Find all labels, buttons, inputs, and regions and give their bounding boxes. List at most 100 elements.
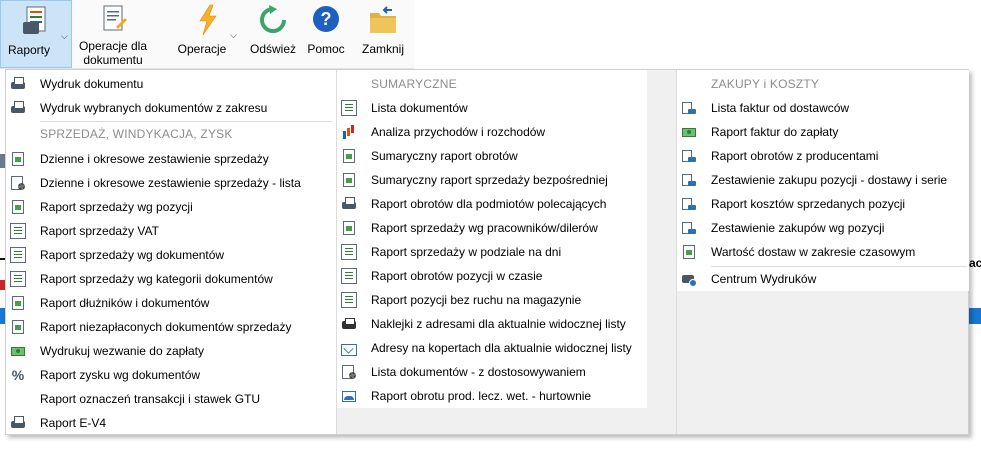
menu-column-1: Wydruk dokumentu Wydruk wybranych dokume…	[6, 70, 336, 434]
folder-exit-icon	[370, 6, 396, 33]
svg-text:?: ?	[321, 9, 332, 29]
document-icon	[10, 295, 26, 311]
document-icon	[10, 271, 26, 287]
operacje-dla-dokumentu-button[interactable]: Operacje dla dokumentu	[76, 0, 150, 68]
report-icon	[23, 6, 46, 34]
menu-header-sumaryczne: SUMARYCZNE	[371, 77, 457, 91]
menu-item[interactable]: Raport obrotów dla podmiotów polecającyc…	[337, 192, 676, 216]
truck-document-icon	[681, 148, 697, 164]
truck-document-icon	[681, 100, 697, 116]
document-icon	[10, 223, 26, 239]
document-icon	[10, 319, 26, 335]
menu-item[interactable]: Raport sprzedaży w podziale na dni	[337, 240, 676, 264]
menu-item[interactable]: Raport sprzedaży VAT	[6, 219, 336, 243]
money-document-icon	[341, 148, 357, 164]
pomoc-label: Pomoc	[307, 42, 345, 56]
zamknij-label: Zamknij	[361, 42, 404, 56]
menu-header-sprzedaz: SPRZEDAŻ, WINDYKACJA, ZYSK	[40, 127, 233, 141]
print-icon	[10, 415, 26, 431]
money-document-icon	[681, 244, 697, 260]
menu-item[interactable]: Dzienne i okresowe zestawienie sprzedaży…	[6, 171, 336, 195]
menu-item[interactable]: Raport obrotów z producentami	[677, 144, 968, 168]
background-right-edge: ac	[969, 68, 981, 448]
menu-item[interactable]: Adresy na kopertach dla aktualnie widocz…	[337, 336, 676, 360]
menu-item[interactable]: Raport niezapłaconych dokumentów sprzeda…	[6, 315, 336, 339]
document-icon	[341, 244, 357, 260]
menu-item[interactable]: Raport obrotów pozycji w czasie	[337, 264, 676, 288]
menu-item[interactable]: Sumaryczny raport sprzedaży bezpośrednie…	[337, 168, 676, 192]
menu-item[interactable]: Raport faktur do zapłaty	[677, 120, 968, 144]
menu-item[interactable]: Wydrukuj wezwanie do zapłaty	[6, 339, 336, 363]
percent-icon: %	[11, 367, 25, 383]
menu-item[interactable]: Raport pozycji bez ruchu na magazynie	[337, 288, 676, 312]
menu-item[interactable]: Analiza przychodów i rozchodów	[337, 120, 676, 144]
menu-item[interactable]: Raport oznaczeń transakcji i stawek GTU	[6, 387, 336, 411]
menu-item-wydruk-dokumentu[interactable]: Wydruk dokumentu	[6, 72, 336, 96]
odswiez-button[interactable]: Odśwież	[248, 0, 298, 68]
document-icon	[341, 268, 357, 284]
menu-item[interactable]: Lista faktur od dostawców	[677, 96, 968, 120]
operacje-button[interactable]: Operacje ⌵	[170, 0, 246, 68]
zamknij-button[interactable]: Zamknij	[355, 0, 411, 68]
menu-column-3: ZAKUPY i KOSZTY Lista faktur od dostawcó…	[676, 70, 969, 434]
menu-item[interactable]: Zestawienie zakupu pozycji - dostawy i s…	[677, 168, 968, 192]
ribbon-toolbar: Raporty ⌵ Operacje dla dokumentu Operacj…	[0, 0, 414, 69]
chevron-down-icon[interactable]: ⌵	[61, 31, 68, 42]
document-icon	[10, 151, 26, 167]
document-gear-icon	[341, 364, 357, 380]
pomoc-button[interactable]: ? Pomoc	[303, 0, 349, 68]
menu-item[interactable]: Raport sprzedaży wg pozycji	[6, 195, 336, 219]
document-icon	[10, 247, 26, 263]
operacje-label: Operacje	[177, 42, 227, 56]
menu-item[interactable]: Raport E-V4	[6, 411, 336, 435]
menu-item[interactable]: Raport sprzedaży wg kategorii dokumentów	[6, 267, 336, 291]
menu-item[interactable]: Naklejki z adresami dla aktualnie widocz…	[337, 312, 676, 336]
label-printer-icon	[341, 316, 357, 332]
print-globe-icon	[681, 271, 697, 287]
menu-item[interactable]: % Raport zysku wg dokumentów	[6, 363, 336, 387]
menu-item-wydruk-wybranych[interactable]: Wydruk wybranych dokumentów z zakresu	[6, 96, 336, 120]
truck-document-icon	[681, 172, 697, 188]
operacje-dla-label-1: Operacje dla	[78, 39, 148, 53]
document-icon	[10, 199, 26, 215]
menu-item[interactable]: Raport sprzedaży wg pracowników/dilerów	[337, 216, 676, 240]
print-icon	[10, 100, 26, 116]
odswiez-label: Odśwież	[249, 42, 296, 56]
menu-header-zakupy: ZAKUPY i KOSZTY	[711, 77, 820, 91]
document-list-icon	[341, 100, 357, 116]
chevron-down-icon[interactable]: ⌵	[230, 30, 237, 41]
chart-document-icon	[341, 388, 357, 404]
lightning-icon	[199, 4, 217, 36]
menu-item[interactable]: Lista dokumentów - z dostosowywaniem	[337, 360, 676, 384]
document-icon	[341, 292, 357, 308]
money-icon	[681, 124, 697, 140]
bar-chart-icon	[341, 124, 357, 140]
document-gear-icon	[10, 175, 26, 191]
menu-item[interactable]: Raport obrotu prod. lecz. wet. - hurtown…	[337, 384, 676, 408]
raporty-label: Raporty	[7, 43, 51, 57]
money-document-icon	[341, 172, 357, 188]
menu-item[interactable]: Wartość dostaw w zakresie czasowym	[677, 240, 968, 264]
money-document-icon	[341, 220, 357, 236]
print-icon	[341, 196, 357, 212]
truck-document-icon	[681, 220, 697, 236]
raporty-dropdown-menu: Wydruk dokumentu Wydruk wybranych dokume…	[5, 69, 969, 435]
menu-item[interactable]: Raport kosztów sprzedanych pozycji	[677, 192, 968, 216]
operacje-dla-label-2: dokumentu	[83, 53, 143, 67]
menu-item[interactable]: Lista dokumentów	[337, 96, 676, 120]
raporty-button[interactable]: Raporty ⌵	[0, 0, 72, 68]
menu-item[interactable]: Sumaryczny raport obrotów	[337, 144, 676, 168]
help-icon: ?	[313, 6, 339, 32]
blank-icon	[10, 391, 26, 407]
refresh-icon	[260, 5, 286, 33]
print-icon	[10, 76, 26, 92]
menu-item[interactable]: Dzienne i okresowe zestawienie sprzedaży	[6, 147, 336, 171]
menu-item[interactable]: Raport sprzedaży wg dokumentów	[6, 243, 336, 267]
document-edit-icon	[103, 5, 127, 31]
menu-item-centrum-wydrukow[interactable]: Centrum Wydruków	[677, 267, 968, 291]
menu-item[interactable]: Raport dłużników i dokumentów	[6, 291, 336, 315]
money-icon	[10, 343, 26, 359]
menu-item[interactable]: Zestawienie zakupów wg pozycji	[677, 216, 968, 240]
truck-document-icon	[681, 196, 697, 212]
envelope-icon	[341, 344, 357, 356]
